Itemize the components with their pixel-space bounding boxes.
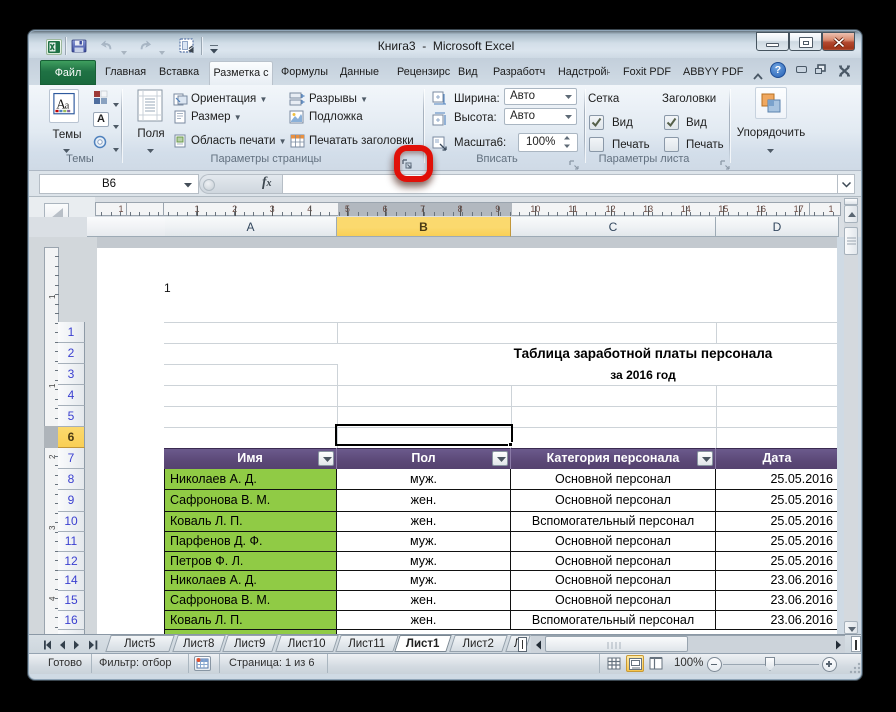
svg-text:a: a (65, 100, 70, 111)
